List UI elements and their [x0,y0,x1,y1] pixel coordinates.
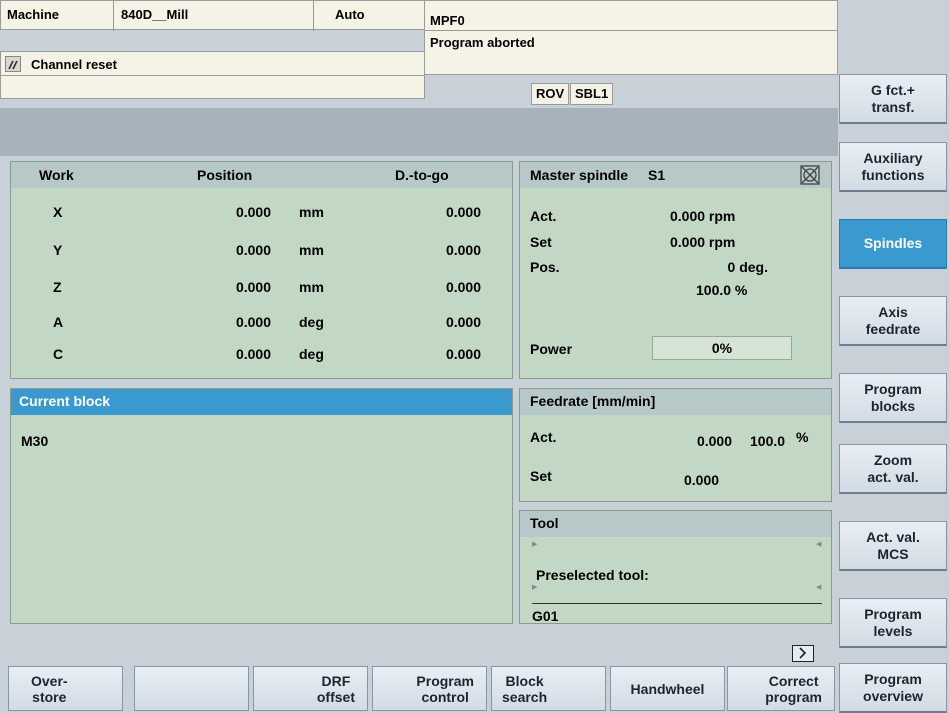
feedrate-act-value: 0.000 [696,433,732,449]
softkey-program-levels[interactable]: Program levels [839,598,947,648]
axis-x-dtogo: 0.000 [445,204,481,220]
axis-z-position: 0.000 [235,279,271,295]
message-row [0,75,425,99]
machine-name: 840D__Mill [121,7,189,22]
softkey-zoom-act-val[interactable]: Zoom act. val. [839,444,947,494]
power-label: Power [530,341,573,357]
program-name: MPF0 [430,13,465,28]
axis-z-dtogo: 0.000 [445,279,481,295]
current-block-header: Current block [11,389,512,415]
axis-a-label: A [53,314,64,330]
machine-label: Machine [7,7,60,22]
feedrate-override: 100.0 [750,433,786,449]
info-band [0,108,838,156]
tool-divider [532,603,822,604]
program-status: Program aborted [430,35,535,50]
axis-c-label: C [53,346,64,362]
axis-c-unit: deg [299,346,324,362]
softkey-overstore[interactable]: Over- store [8,666,123,711]
channel-status: Channel reset [31,57,117,72]
spindle-pos-value: 0 deg. [727,259,768,275]
feedrate-header: Feedrate [mm/min] [520,389,831,415]
spindle-stopped-icon [800,165,820,185]
tool-marker-left-icon: ▶ [532,541,538,548]
spindle-panel-header: Master spindle S1 [520,162,831,188]
axis-a-position: 0.000 [235,314,271,330]
spindle-override: 100.0 % [696,282,748,298]
next-arrow-icon[interactable] [792,645,814,662]
tool-marker-right-icon: ◀ [816,541,822,548]
softkey-spindles[interactable]: Spindles [839,219,947,269]
tool-marker-left2-icon: ▶ [532,584,538,591]
softkey-g-fct-transf[interactable]: G fct.+ transf. [839,74,947,124]
softkey-correct-program[interactable]: Correct program [727,666,835,711]
power-bar: 0% [652,336,792,360]
axis-a-dtogo: 0.000 [445,314,481,330]
program-box: MPF0 Program aborted [424,0,838,52]
mode-value: Auto [335,7,365,22]
softkey-program-blocks[interactable]: Program blocks [839,373,947,423]
col-position: Position [197,167,253,183]
softkey-program-overview[interactable]: Program overview [839,663,947,713]
tag-rov: ROV [531,83,570,105]
col-work: Work [39,167,74,183]
work-position-panel: Work Position D.-to-go X 0.000 mm 0.000 … [10,161,513,379]
spindle-act-label: Act. [530,208,557,224]
softkey-block-search[interactable]: Block search [491,666,606,711]
current-block-panel: Current block M30 [10,388,513,624]
axis-x-label: X [53,204,63,220]
tool-panel: Tool ▶ ◀ Preselected tool: ▶ ◀ G01 [519,510,832,624]
axis-a-unit: deg [299,314,324,330]
channel-reset-icon [5,56,21,72]
machine-row: Machine 840D__Mill Auto [0,0,425,31]
axis-y-unit: mm [299,242,324,258]
work-panel-header: Work Position D.-to-go [11,162,512,188]
axis-c-dtogo: 0.000 [445,346,481,362]
softkey-program-control[interactable]: Program control [372,666,487,711]
tool-marker-right2-icon: ◀ [816,584,822,591]
spindle-pos-label: Pos. [530,259,560,275]
softkey-act-val-mcs[interactable]: Act. val. MCS [839,521,947,571]
feedrate-panel: Feedrate [mm/min] Act. 0.000 100.0 % Set… [519,388,832,502]
axis-c-position: 0.000 [235,346,271,362]
axis-x-position: 0.000 [235,204,271,220]
softkey-drf-offset[interactable]: DRF offset [253,666,368,711]
softkey-auxiliary-functions[interactable]: Auxiliary functions [839,142,947,192]
softkey-axis-feedrate[interactable]: Axis feedrate [839,296,947,346]
axis-z-label: Z [53,279,62,295]
spindle-id: S1 [648,167,666,183]
axis-y-label: Y [53,242,63,258]
current-block-line: M30 [21,433,49,449]
tag-sbl1: SBL1 [570,83,614,105]
feedrate-set-value: 0.000 [684,472,720,488]
feedrate-act-label: Act. [530,429,557,445]
spindle-act-value: 0.000 rpm [670,208,736,224]
axis-x-unit: mm [299,204,324,220]
axis-y-position: 0.000 [235,242,271,258]
feedrate-set-label: Set [530,468,552,484]
channel-status-row: Channel reset [0,51,425,76]
spindle-panel: Master spindle S1 Act. 0.000 rpm Set 0.0… [519,161,832,379]
status-header: Machine 840D__Mill Auto MPF0 Program abo… [0,0,838,108]
axis-z-unit: mm [299,279,324,295]
softkey-handwheel[interactable]: Handwheel [610,666,725,711]
tool-header: Tool [520,511,831,537]
power-value: 0% [711,340,733,356]
spindle-set-value: 0.000 rpm [670,234,736,250]
alarm-row [424,51,838,75]
axis-y-dtogo: 0.000 [445,242,481,258]
preselected-tool-label: Preselected tool: [536,567,649,583]
feedrate-override-unit: % [796,429,809,445]
spindle-title: Master spindle [530,167,629,183]
gcode-value: G01 [532,608,559,624]
softkey-empty[interactable] [134,666,249,711]
spindle-set-label: Set [530,234,552,250]
col-dtogo: D.-to-go [395,167,449,183]
